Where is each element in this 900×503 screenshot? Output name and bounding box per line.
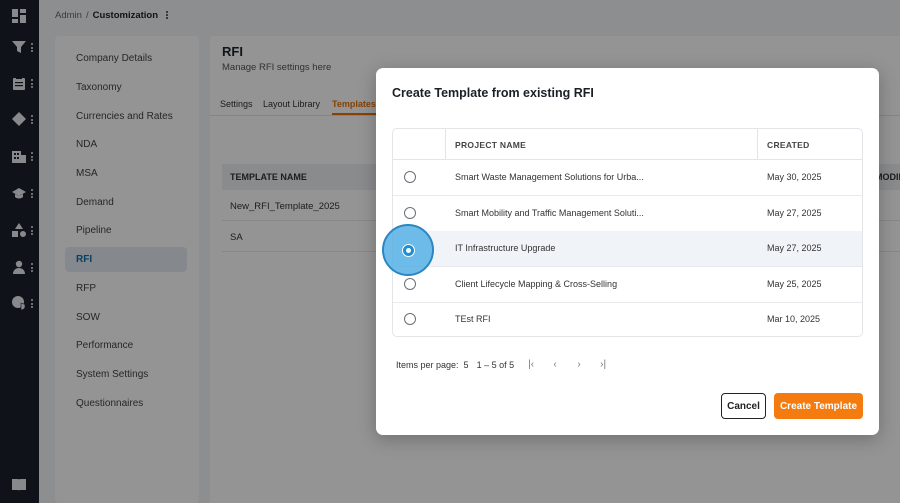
table-row[interactable]: Smart Waste Management Solutions for Urb… <box>393 160 862 196</box>
create-template-button[interactable]: Create Template <box>774 393 863 419</box>
page-range-label: 1 – 5 of 5 <box>476 359 515 370</box>
project-name-cell: Smart Waste Management Solutions for Urb… <box>455 172 644 182</box>
row-radio[interactable] <box>404 171 416 183</box>
row-radio[interactable] <box>404 313 416 325</box>
paginator: Items per page: 5 1 – 5 of 5 |‹ ‹ › ›| <box>396 359 610 370</box>
row-radio[interactable] <box>404 207 416 219</box>
project-name-cell: Smart Mobility and Traffic Management So… <box>455 208 644 218</box>
create-template-dialog: Create Template from existing RFI PROJEC… <box>376 68 879 435</box>
next-page-icon[interactable]: › <box>572 359 586 370</box>
previous-page-icon[interactable]: ‹ <box>548 359 562 370</box>
cancel-button[interactable]: Cancel <box>721 393 766 419</box>
table-row[interactable]: TEst RFI Mar 10, 2025 <box>393 302 862 336</box>
created-cell: May 27, 2025 <box>767 243 822 253</box>
table-row-selected[interactable]: IT Infrastructure Upgrade May 27, 2025 <box>393 231 862 267</box>
table-row[interactable]: Smart Mobility and Traffic Management So… <box>393 196 862 232</box>
dialog-title: Create Template from existing RFI <box>392 86 594 100</box>
project-name-cell: IT Infrastructure Upgrade <box>455 243 556 253</box>
project-name-cell: TEst RFI <box>455 314 491 324</box>
rfi-list-table: PROJECT NAME CREATED Smart Waste Managem… <box>392 128 863 337</box>
created-cell: May 30, 2025 <box>767 172 822 182</box>
project-name-cell: Client Lifecycle Mapping & Cross-Selling <box>455 279 618 289</box>
last-page-icon[interactable]: ›| <box>596 359 610 370</box>
row-radio[interactable] <box>404 278 416 290</box>
table-row[interactable]: Client Lifecycle Mapping & Cross-Selling… <box>393 267 862 303</box>
column-project-name[interactable]: PROJECT NAME <box>455 140 526 150</box>
created-cell: Mar 10, 2025 <box>767 314 821 324</box>
items-per-page-label: Items per page: <box>396 359 459 370</box>
row-radio-selected[interactable] <box>402 244 415 257</box>
created-cell: May 25, 2025 <box>767 279 822 289</box>
column-created[interactable]: CREATED <box>767 140 810 150</box>
first-page-icon[interactable]: |‹ <box>524 359 538 370</box>
table-header: PROJECT NAME CREATED <box>393 129 862 160</box>
created-cell: May 27, 2025 <box>767 208 822 218</box>
items-per-page-select[interactable]: 5 <box>464 360 469 370</box>
